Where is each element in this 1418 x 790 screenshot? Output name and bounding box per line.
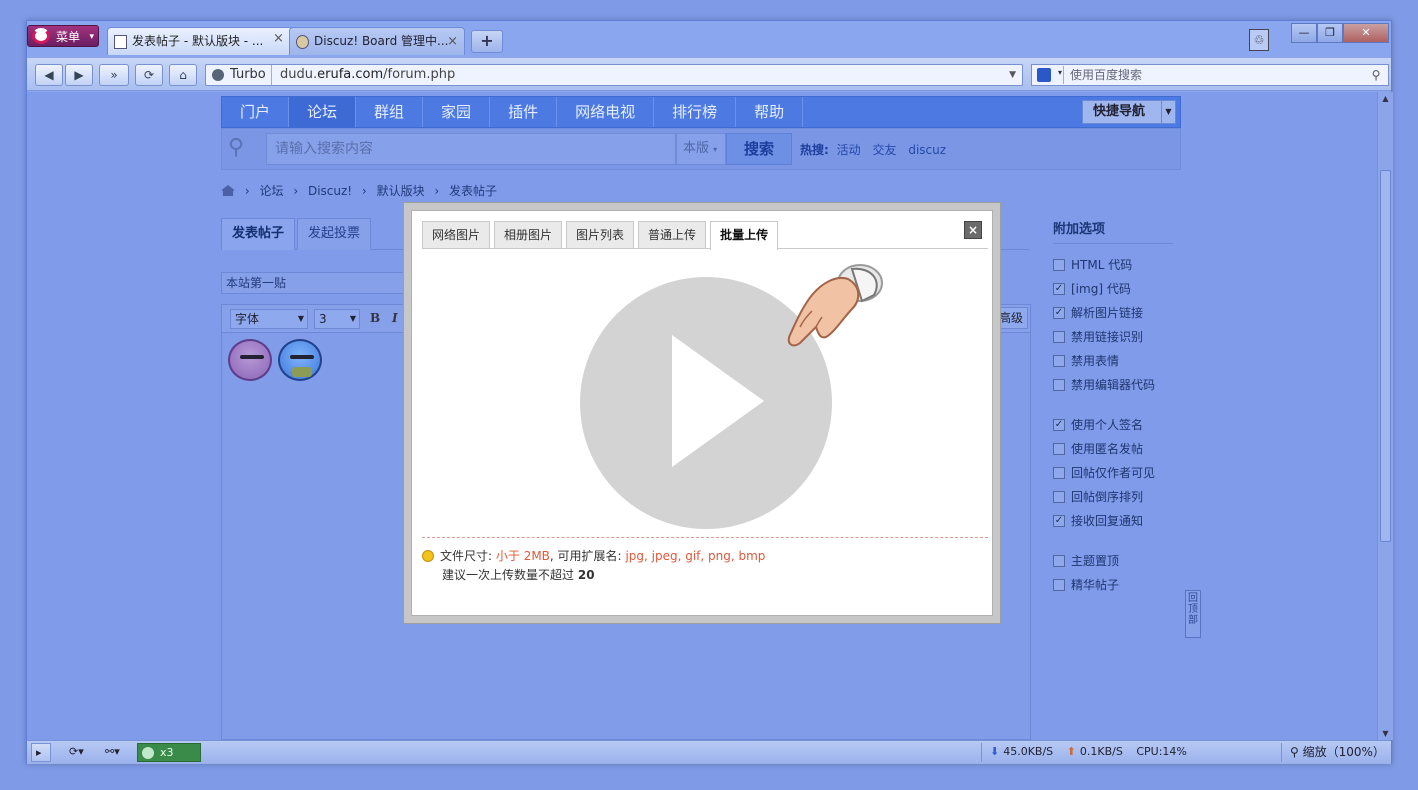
limit-label: 建议一次上传数量不超过: [442, 568, 575, 582]
file-size-info: 文件尺寸: 小于 2MB, 可用扩展名: jpg, jpeg, gif, png…: [422, 547, 765, 566]
ext-value: jpg, jpeg, gif, png, bmp: [625, 549, 766, 563]
upload-info: 文件尺寸: 小于 2MB, 可用扩展名: jpg, jpeg, gif, png…: [422, 547, 765, 585]
baidu-paw-icon: [1037, 68, 1051, 82]
download-arrow-icon: ⬇: [990, 745, 1000, 758]
sync-icon[interactable]: ⟳▾: [69, 743, 84, 762]
browser-logo-icon: [32, 28, 50, 44]
accelerator-badge[interactable]: x3: [137, 743, 201, 762]
ext-label: , 可用扩展名:: [549, 549, 622, 563]
tab-web-image[interactable]: 网络图片: [422, 221, 491, 248]
page-icon: [114, 35, 127, 49]
lightbulb-icon: [422, 550, 434, 562]
sidebar-toggle-icon[interactable]: ▸: [31, 743, 51, 762]
scroll-down-icon[interactable]: ▼: [1380, 729, 1391, 738]
limit-value: 20: [577, 568, 595, 582]
tab-batch-upload[interactable]: 批量上传: [710, 221, 779, 250]
back-button[interactable]: ◀: [35, 64, 63, 86]
url-prefix: dudu.: [280, 67, 318, 82]
vertical-scrollbar[interactable]: ▲ ▼: [1377, 92, 1393, 740]
network-stats: ⬇ 45.0KB/S ⬆ 0.1KB/S CPU:14%: [981, 743, 1265, 762]
tab-admin-center[interactable]: Discuz! Board 管理中... ×: [289, 27, 465, 55]
chevron-down-icon: ▾: [89, 32, 94, 42]
zoom-icon: ⚲: [1290, 745, 1303, 759]
tab-image-list[interactable]: 图片列表: [566, 221, 635, 248]
size-value: 小于 2MB: [495, 549, 550, 563]
share-icon[interactable]: ⚯▾: [105, 743, 120, 762]
home-button[interactable]: ⌂: [169, 64, 197, 86]
size-label: 文件尺寸:: [440, 549, 493, 563]
search-engine-selector[interactable]: ▾: [1034, 66, 1064, 84]
tab-bar: 菜单 ▾ 发表帖子 - 默认版块 - ... Discuz! Board 管理中…: [27, 21, 1391, 57]
accelerator-label: x3: [160, 746, 174, 759]
zoom-label: 缩放（100%）: [1302, 745, 1385, 759]
image-upload-dialog: 网络图片 相册图片 图片列表 普通上传 批量上传 × 文件尺寸: 小于 2MB,…: [403, 202, 1001, 624]
tab-album-image[interactable]: 相册图片: [494, 221, 563, 248]
close-tab-icon[interactable]: ×: [273, 31, 284, 46]
pointing-hand-icon: [787, 264, 883, 347]
cpu-usage: CPU:14%: [1136, 745, 1187, 758]
zoom-control[interactable]: ⚲ 缩放（100%）: [1281, 743, 1385, 762]
forward-button[interactable]: ▶: [65, 64, 93, 86]
tab-post-thread[interactable]: 发表帖子 - 默认版块 - ...: [107, 27, 293, 55]
search-icon[interactable]: ⚲: [1366, 66, 1386, 84]
close-tab-icon[interactable]: ×: [447, 28, 458, 55]
turbo-label: Turbo: [230, 67, 266, 82]
close-window-button[interactable]: ✕: [1343, 23, 1389, 43]
browser-menu-button[interactable]: 菜单 ▾: [27, 25, 99, 47]
restore-button[interactable]: ❐: [1317, 23, 1343, 43]
dialog-tabs: 网络图片 相册图片 图片列表 普通上传 批量上传: [422, 221, 988, 250]
address-bar[interactable]: Turbo dudu.erufa.com/forum.php ▼: [205, 64, 1023, 86]
url-history-dropdown-icon[interactable]: ▼: [1009, 65, 1016, 85]
page-viewport: 门户 论坛 群组 家园 插件 网络电视 排行榜 帮助 快捷导航 ▼ ⚲ 请输入搜…: [27, 92, 1377, 740]
dialog-body: 网络图片 相册图片 图片列表 普通上传 批量上传 × 文件尺寸: 小于 2MB,…: [411, 210, 993, 616]
play-icon: [672, 335, 764, 467]
site-favicon-icon: [296, 35, 309, 49]
address-toolbar: ◀ ▶ » ⟳ ⌂ Turbo dudu.erufa.com/forum.php…: [27, 57, 1391, 91]
download-speed: 45.0KB/S: [1003, 745, 1054, 758]
scrollbar-thumb[interactable]: [1380, 170, 1391, 542]
search-placeholder: 使用百度搜索: [1070, 68, 1143, 82]
browser-window: 菜单 ▾ 发表帖子 - 默认版块 - ... Discuz! Board 管理中…: [26, 20, 1393, 764]
tab-title: 发表帖子 - 默认版块 - ...: [132, 34, 264, 48]
turbo-icon: [212, 69, 224, 81]
upload-limit-info: 建议一次上传数量不超过 20: [422, 566, 765, 585]
status-bar: ▸ ⟳▾ ⚯▾ x3 ⬇ 45.0KB/S ⬆ 0.1KB/S CPU:14% ⚲ …: [27, 740, 1391, 764]
modal-overlay: 网络图片 相册图片 图片列表 普通上传 批量上传 × 文件尺寸: 小于 2MB,…: [27, 92, 1377, 740]
upload-speed: 0.1KB/S: [1079, 745, 1123, 758]
minimize-button[interactable]: —: [1291, 23, 1317, 43]
menu-label: 菜单: [56, 30, 81, 44]
refresh-button[interactable]: ⟳: [135, 64, 163, 86]
dialog-separator: [422, 537, 988, 538]
tab-normal-upload[interactable]: 普通上传: [638, 221, 707, 248]
fast-forward-button[interactable]: »: [99, 64, 129, 86]
turbo-toggle[interactable]: Turbo: [206, 65, 272, 85]
browser-search-box[interactable]: ▾ 使用百度搜索 ⚲: [1031, 64, 1389, 86]
upload-arrow-icon: ⬆: [1066, 745, 1076, 758]
url-path: /forum.php: [383, 67, 456, 82]
tab-title: Discuz! Board 管理中...: [314, 34, 449, 48]
chevron-down-icon: ▾: [1057, 68, 1062, 77]
accelerator-icon: [142, 747, 154, 759]
url-text: dudu.erufa.com/forum.php: [280, 65, 455, 85]
scroll-up-icon[interactable]: ▲: [1380, 94, 1391, 103]
close-dialog-button[interactable]: ×: [964, 221, 982, 239]
window-controls: — ❐ ✕: [1291, 23, 1389, 45]
new-tab-button[interactable]: +: [471, 30, 503, 53]
url-domain: erufa.com: [317, 67, 384, 82]
skin-icon[interactable]: ♲: [1249, 29, 1269, 51]
